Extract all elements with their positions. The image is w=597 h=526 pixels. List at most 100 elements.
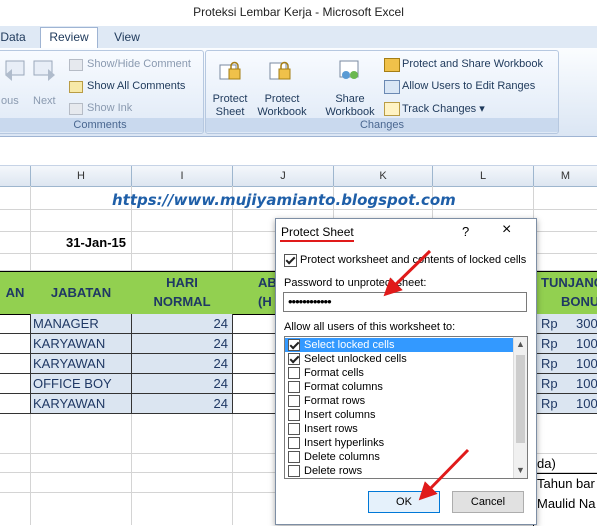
show-all-comments-button[interactable]: Show All Comments: [87, 80, 185, 92]
option-checkbox[interactable]: [288, 395, 300, 407]
list-item[interactable]: Select unlocked cells: [285, 352, 513, 366]
side-text[interactable]: Maulid Na: [537, 496, 596, 511]
rp-cell[interactable]: Rp: [541, 376, 558, 391]
jabatan-cell[interactable]: OFFICE BOY: [33, 376, 112, 391]
hari-cell[interactable]: 24: [132, 316, 228, 331]
amount-cell[interactable]: 300: [576, 316, 597, 331]
blog-url[interactable]: https://www.mujiyamianto.blogspot.com: [112, 191, 456, 209]
close-icon[interactable]: ×: [502, 221, 511, 239]
list-item[interactable]: Delete rows: [285, 464, 513, 478]
show-ink-button[interactable]: Show Ink: [87, 102, 132, 114]
track-changes-button[interactable]: Track Changes ▾: [402, 102, 485, 115]
header-hari-normal[interactable]: HARI NORMAL: [132, 273, 232, 311]
option-checkbox[interactable]: [288, 367, 300, 379]
rp-cell[interactable]: Rp: [541, 396, 558, 411]
column-header-h[interactable]: H: [31, 166, 132, 186]
option-label: Format cells: [304, 367, 364, 379]
dialog-title: Protect Sheet: [281, 225, 354, 239]
scroll-down-icon[interactable]: ▼: [516, 465, 525, 475]
tab-data[interactable]: Data: [0, 28, 26, 47]
window-title: Proteksi Lembar Kerja - Microsoft Excel: [193, 5, 404, 19]
amount-cell[interactable]: 100: [576, 376, 597, 391]
hari-cell[interactable]: 24: [132, 376, 228, 391]
option-checkbox[interactable]: [288, 339, 300, 351]
header-absen[interactable]: AB (H: [258, 273, 277, 311]
option-label: Format rows: [304, 395, 366, 407]
cancel-button[interactable]: Cancel: [452, 491, 524, 513]
jabatan-cell[interactable]: KARYAWAN: [33, 336, 105, 351]
rp-cell[interactable]: Rp: [541, 336, 558, 351]
amount-cell[interactable]: 100: [576, 396, 597, 411]
allow-users-button[interactable]: Allow Users to Edit Ranges: [402, 80, 535, 92]
header-hari-line-1: HARI: [166, 275, 198, 290]
chevron-down-icon: ▾: [479, 103, 485, 115]
jabatan-cell[interactable]: KARYAWAN: [33, 356, 105, 371]
password-label: Password to unprotect sheet:: [284, 277, 427, 289]
option-checkbox[interactable]: [288, 353, 300, 365]
list-item[interactable]: Format columns: [285, 380, 513, 394]
amount-cell[interactable]: 100: [576, 336, 597, 351]
protect-workbook-button[interactable]: Protect Workbook: [254, 93, 310, 119]
column-header-m[interactable]: M: [534, 166, 597, 186]
allow-users-icon: [384, 80, 400, 94]
list-item[interactable]: Insert columns: [285, 408, 513, 422]
allow-users-label: Allow all users of this worksheet to:: [284, 321, 456, 333]
option-checkbox[interactable]: [288, 465, 300, 477]
list-item[interactable]: Insert hyperlinks: [285, 436, 513, 450]
protect-and-share-icon: [384, 58, 400, 72]
rp-cell[interactable]: Rp: [541, 356, 558, 371]
list-item[interactable]: Insert rows: [285, 422, 513, 436]
hari-cell[interactable]: 24: [132, 336, 228, 351]
share-workbook-button[interactable]: Share Workbook: [320, 93, 380, 119]
date-cell[interactable]: 31-Jan-15: [66, 235, 126, 250]
ok-button[interactable]: OK: [368, 491, 440, 513]
option-checkbox[interactable]: [288, 409, 300, 421]
header-an[interactable]: AN: [0, 285, 30, 300]
column-header-partial[interactable]: [0, 166, 31, 186]
changes-group: Protect Sheet Protect Workbook Share Workbo…: [205, 50, 559, 134]
jabatan-cell[interactable]: MANAGER: [33, 316, 99, 331]
show-all-comments-icon: [69, 81, 83, 93]
protect-checkbox[interactable]: [284, 254, 297, 267]
next-comment-button[interactable]: Next: [33, 95, 56, 107]
column-header-l[interactable]: L: [433, 166, 534, 186]
changes-group-label: Changes: [206, 118, 558, 132]
side-text[interactable]: Tahun bar: [537, 476, 595, 491]
tab-view[interactable]: View: [106, 28, 148, 47]
list-item[interactable]: Delete columns: [285, 450, 513, 464]
option-checkbox[interactable]: [288, 437, 300, 449]
option-checkbox[interactable]: [288, 423, 300, 435]
previous-comment-button[interactable]: ous: [1, 95, 19, 107]
header-hari-line-2: NORMAL: [153, 294, 211, 309]
protect-sheet-button[interactable]: Protect Sheet: [212, 93, 248, 119]
list-item[interactable]: Format cells: [285, 366, 513, 380]
scroll-up-icon[interactable]: ▲: [516, 339, 525, 349]
share-workbook-icon: [339, 60, 359, 79]
header-jabatan[interactable]: JABATAN: [31, 285, 131, 300]
protect-workbook-icon: [269, 61, 291, 80]
list-item[interactable]: Select locked cells: [285, 338, 513, 352]
track-changes-icon: [384, 102, 400, 116]
column-header-i[interactable]: I: [132, 166, 233, 186]
list-item[interactable]: Format rows: [285, 394, 513, 408]
help-button[interactable]: ?: [462, 224, 469, 239]
hari-cell[interactable]: 24: [132, 356, 228, 371]
protect-and-share-button[interactable]: Protect and Share Workbook: [402, 58, 543, 70]
column-header-k[interactable]: K: [334, 166, 433, 186]
side-text[interactable]: da): [537, 456, 556, 471]
jabatan-cell[interactable]: KARYAWAN: [33, 396, 105, 411]
permissions-list[interactable]: Select locked cells Select unlocked cell…: [284, 336, 528, 479]
rp-cell[interactable]: Rp: [541, 316, 558, 331]
comments-group-label: Comments: [0, 118, 203, 132]
option-checkbox[interactable]: [288, 381, 300, 393]
password-input[interactable]: ••••••••••••: [283, 292, 527, 312]
tab-review[interactable]: Review: [40, 27, 98, 48]
scrollbar-thumb[interactable]: [516, 355, 525, 443]
amount-cell[interactable]: 100: [576, 356, 597, 371]
header-tunjangan[interactable]: TUNJANG BONU: [541, 273, 597, 311]
option-checkbox[interactable]: [288, 451, 300, 463]
column-header-j[interactable]: J: [233, 166, 334, 186]
hari-cell[interactable]: 24: [132, 396, 228, 411]
list-scrollbar[interactable]: ▲ ▼: [513, 337, 527, 478]
show-hide-comment-button[interactable]: Show/Hide Comment: [87, 58, 191, 70]
